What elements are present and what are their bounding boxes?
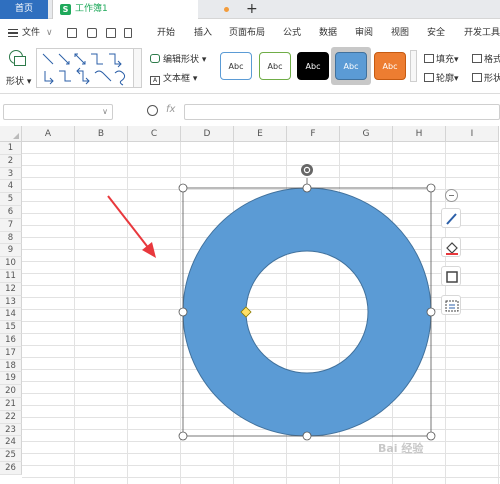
annotation-arrowhead (142, 242, 156, 258)
donut-shape[interactable] (182, 187, 432, 437)
resize-handle-se[interactable] (426, 431, 436, 441)
layout-icon (445, 300, 459, 312)
shape-fill-tool-icon[interactable] (441, 237, 461, 257)
pen-icon (446, 213, 457, 225)
rotate-handle-icon[interactable] (301, 164, 313, 176)
resize-handle-nw[interactable] (178, 183, 188, 193)
drawing-layer (107, 164, 436, 441)
resize-handle-n[interactable] (302, 183, 312, 193)
outline-square-icon (446, 271, 458, 283)
annotation-arrow (107, 195, 151, 251)
resize-handle-s[interactable] (302, 431, 312, 441)
resize-handle-ne[interactable] (426, 183, 436, 193)
collapse-tools-icon[interactable] (445, 189, 458, 202)
shape-layout-tool-icon[interactable] (441, 295, 461, 315)
shape-style-tool-icon[interactable] (441, 208, 461, 228)
resize-handle-w[interactable] (178, 307, 188, 317)
resize-handle-sw[interactable] (178, 431, 188, 441)
shape-outline-tool-icon[interactable] (441, 266, 461, 286)
paint-bucket-icon (446, 242, 458, 255)
watermark: Bai 经验 (378, 442, 424, 455)
resize-handle-e[interactable] (426, 307, 436, 317)
